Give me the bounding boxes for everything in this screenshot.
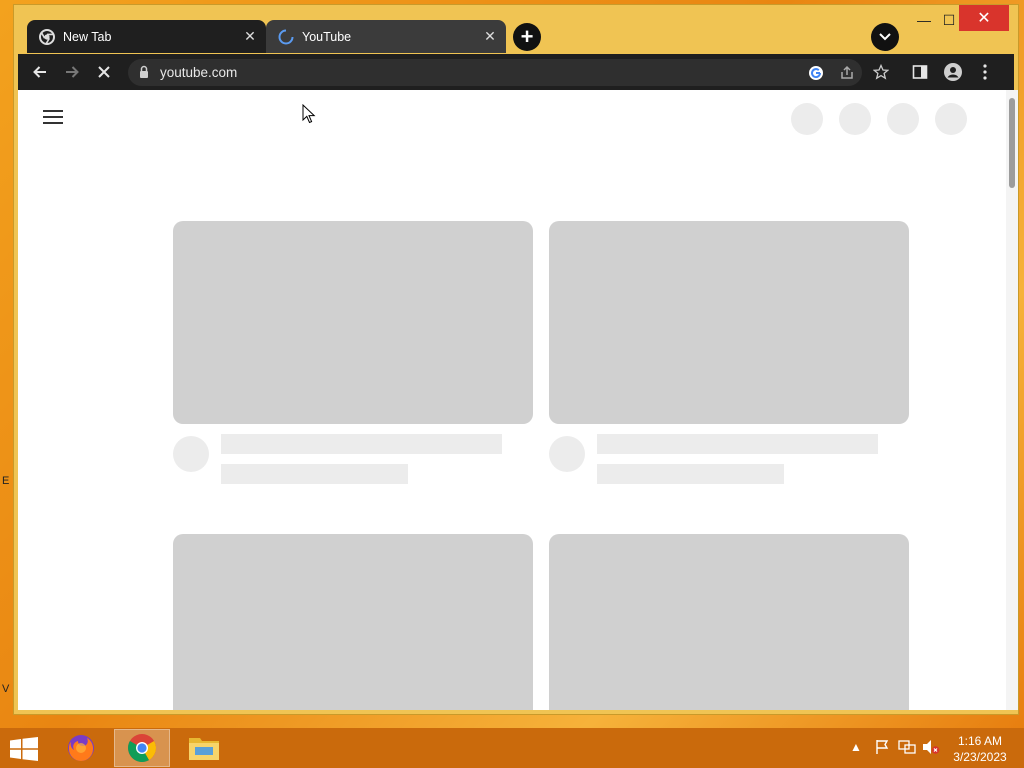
bookmark-star-icon	[873, 64, 889, 80]
address-bar[interactable]: youtube.com	[128, 59, 862, 86]
profile-icon	[944, 63, 962, 81]
windows-logo-icon	[10, 737, 38, 761]
close-tab-icon[interactable]: ✕	[240, 27, 260, 47]
header-button-placeholder	[887, 103, 919, 135]
back-button[interactable]	[26, 58, 54, 86]
browser-menu-button[interactable]	[971, 58, 999, 86]
desktop-icon-label-fragment: V	[2, 683, 10, 695]
bookmark-star-button[interactable]	[867, 58, 895, 86]
tab-youtube[interactable]: YouTube ✕	[266, 20, 506, 53]
video-thumbnail-placeholder	[173, 534, 533, 710]
page-scrollbar[interactable]	[1006, 90, 1018, 710]
video-title-placeholder	[597, 434, 878, 454]
mouse-cursor-icon	[302, 104, 316, 124]
chrome-icon	[39, 28, 55, 45]
hamburger-menu-icon[interactable]	[43, 109, 65, 125]
taskbar-firefox[interactable]	[53, 729, 109, 767]
taskbar-chrome[interactable]	[114, 729, 170, 767]
chrome-icon	[128, 734, 156, 762]
clock-time: 1:16 AM	[957, 734, 1003, 748]
header-button-placeholder	[935, 103, 967, 135]
tab-title: New Tab	[63, 29, 112, 44]
menu-dots-icon	[983, 64, 987, 80]
tab-search-button[interactable]	[871, 23, 899, 51]
clock-date: 3/23/2023	[953, 750, 1007, 764]
stop-loading-icon	[98, 66, 110, 78]
title-bar: New Tab ✕ YouTube ✕ + — ☐ ✕	[14, 5, 1018, 55]
side-panel-icon	[912, 65, 928, 79]
lock-icon	[140, 65, 148, 78]
tab-title: YouTube	[302, 29, 352, 44]
channel-avatar-placeholder	[549, 436, 585, 472]
forward-icon	[66, 66, 79, 78]
video-thumbnail-placeholder	[549, 534, 909, 710]
header-button-placeholder	[839, 103, 871, 135]
video-meta-placeholder	[597, 464, 784, 484]
taskbar-file-explorer[interactable]	[176, 729, 232, 767]
forward-button[interactable]	[58, 58, 86, 86]
desktop-icon-label-fragment: E	[2, 475, 10, 487]
firefox-icon	[68, 735, 94, 761]
close-window-button[interactable]: ✕	[959, 5, 1009, 31]
new-tab-button[interactable]: +	[513, 23, 541, 51]
show-hidden-icons-icon[interactable]: ▲	[850, 740, 862, 754]
scrollbar-thumb[interactable]	[1009, 98, 1015, 188]
browser-window: New Tab ✕ YouTube ✕ + — ☐ ✕ youtube.com	[13, 4, 1019, 715]
video-thumbnail-placeholder	[549, 221, 909, 424]
system-clock[interactable]: 1:16 AM 3/23/2023	[945, 733, 1015, 765]
video-meta-placeholder	[221, 464, 408, 484]
network-icon[interactable]	[898, 739, 916, 758]
taskbar: ▲ 1:16 AM 3/23/2023	[0, 728, 1024, 768]
header-button-placeholder	[791, 103, 823, 135]
start-button[interactable]	[10, 737, 38, 761]
action-center-flag-icon[interactable]	[874, 739, 890, 758]
url-text[interactable]: youtube.com	[160, 65, 237, 80]
youtube-page-loading	[18, 90, 1006, 710]
share-icon[interactable]	[837, 63, 857, 83]
side-panel-button[interactable]	[906, 58, 934, 86]
google-lens-icon[interactable]	[806, 63, 826, 83]
back-icon	[33, 66, 46, 78]
browser-toolbar: youtube.com	[18, 54, 1014, 90]
volume-muted-icon[interactable]	[922, 739, 940, 758]
close-tab-icon[interactable]: ✕	[480, 27, 500, 47]
channel-avatar-placeholder	[173, 436, 209, 472]
chevron-down-icon	[879, 33, 891, 41]
tab-new-tab[interactable]: New Tab ✕	[27, 20, 266, 53]
video-thumbnail-placeholder	[173, 221, 533, 424]
stop-loading-button[interactable]	[90, 58, 118, 86]
profile-button[interactable]	[939, 58, 967, 86]
loading-spinner-icon	[278, 29, 294, 45]
video-title-placeholder	[221, 434, 502, 454]
file-explorer-icon	[189, 738, 219, 760]
